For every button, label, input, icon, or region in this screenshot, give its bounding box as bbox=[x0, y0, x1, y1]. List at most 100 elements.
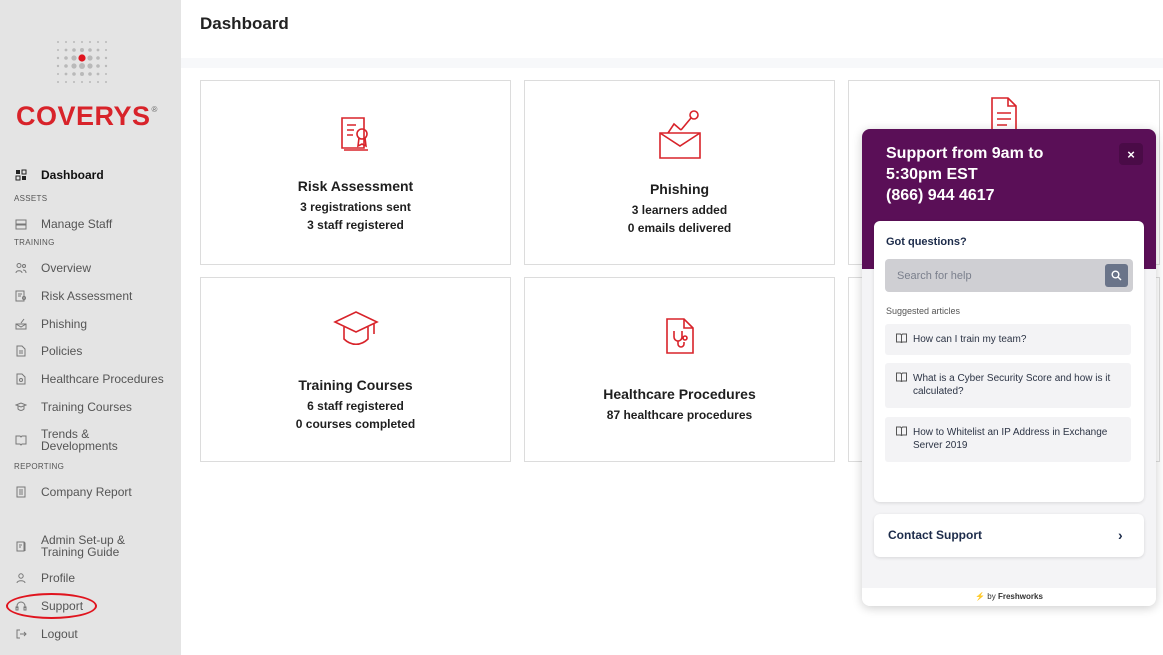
article-link[interactable]: What is a Cyber Security Score and how i… bbox=[885, 363, 1131, 408]
search-input[interactable] bbox=[885, 259, 1105, 292]
logout-icon bbox=[15, 628, 27, 640]
phishing-icon bbox=[15, 318, 27, 330]
section-label-training: TRAINING bbox=[14, 238, 55, 247]
sidebar-item-label: Overview bbox=[41, 261, 92, 275]
book-icon bbox=[896, 372, 907, 382]
contact-support-label: Contact Support bbox=[888, 528, 982, 542]
sidebar-item-overview[interactable]: Overview bbox=[0, 262, 181, 274]
sidebar-item-phishing[interactable]: Phishing bbox=[0, 318, 181, 330]
sidebar-item-dashboard[interactable]: Dashboard bbox=[0, 169, 181, 181]
search-box bbox=[885, 259, 1133, 292]
sidebar-item-label: Company Report bbox=[41, 485, 132, 499]
section-label-assets: ASSETS bbox=[14, 194, 48, 203]
sidebar-item-label: Training Courses bbox=[41, 400, 132, 414]
card-title: Phishing bbox=[649, 181, 710, 197]
support-widget: Support from 9am to 5:30pm EST (866) 944… bbox=[862, 129, 1156, 606]
book-icon bbox=[896, 426, 907, 436]
sidebar-item-label: Dashboard bbox=[41, 168, 104, 182]
widget-title-line-2: 5:30pm EST bbox=[886, 166, 978, 183]
sidebar-item-profile[interactable]: Profile bbox=[0, 572, 181, 584]
help-card: Got questions? Suggested articles How ca… bbox=[874, 221, 1144, 502]
user-icon bbox=[15, 572, 27, 584]
sidebar-item-risk-assessment[interactable]: Risk Assessment bbox=[0, 290, 181, 302]
page-title: Dashboard bbox=[200, 14, 289, 33]
brand-logo: COVERYS® bbox=[16, 101, 157, 132]
suggested-articles-label: Suggested articles bbox=[886, 306, 961, 316]
card-risk-assessment[interactable]: Risk Assessment 3 registrations sent 3 s… bbox=[200, 80, 511, 265]
widget-title-line-3: (866) 944 4617 bbox=[886, 187, 995, 204]
document-icon bbox=[991, 97, 1017, 131]
phishing-icon bbox=[658, 110, 701, 159]
section-label-reporting: REPORTING bbox=[14, 462, 65, 471]
article-title: How to Whitelist an IP Address in Exchan… bbox=[913, 427, 1108, 451]
certificate-icon bbox=[15, 290, 27, 302]
trends-line-2: Developments bbox=[41, 439, 118, 453]
sidebar-item-label: Profile bbox=[41, 571, 76, 585]
card-stat-line: 87 healthcare procedures bbox=[606, 408, 753, 422]
sidebar-item-label: Logout bbox=[41, 627, 78, 641]
sidebar-item-label: Phishing bbox=[41, 317, 88, 331]
widget-title: Support from 9am to 5:30pm EST (866) 944… bbox=[886, 143, 1096, 206]
sidebar: COVERYS® Dashboard ASSETS Manage Staff T… bbox=[0, 0, 181, 655]
card-stat-line: 3 registrations sent bbox=[300, 200, 411, 214]
card-healthcare-procedures[interactable]: Healthcare Procedures 87 healthcare proc… bbox=[524, 277, 835, 462]
card-title: Training Courses bbox=[298, 377, 413, 393]
staff-icon bbox=[15, 218, 27, 230]
footer-by: by bbox=[987, 592, 996, 601]
app-root: COVERYS® Dashboard ASSETS Manage Staff T… bbox=[0, 0, 1163, 655]
article-link[interactable]: How to Whitelist an IP Address in Exchan… bbox=[885, 417, 1131, 462]
sidebar-item-trends-developments[interactable]: Trends & Developments bbox=[0, 427, 181, 453]
graduation-cap-icon bbox=[332, 311, 379, 346]
widget-title-line-1: Support from 9am to bbox=[886, 145, 1044, 162]
article-title: What is a Cyber Security Score and how i… bbox=[913, 373, 1111, 397]
sidebar-item-admin-setup[interactable]: Admin Set-up & Training Guide bbox=[0, 533, 181, 559]
graduation-cap-icon bbox=[15, 401, 27, 413]
guide-icon bbox=[15, 540, 27, 552]
footer-brand: Freshworks bbox=[997, 592, 1043, 601]
card-phishing[interactable]: Phishing 3 learners added 0 emails deliv… bbox=[524, 80, 835, 265]
brand-name: COVERYS bbox=[16, 101, 151, 131]
card-stat-line: 6 staff registered bbox=[307, 399, 404, 413]
card-title: Risk Assessment bbox=[297, 178, 414, 194]
sidebar-item-label: Support bbox=[41, 599, 84, 613]
brand-registered-mark: ® bbox=[151, 105, 158, 114]
questions-heading: Got questions? bbox=[886, 236, 967, 248]
card-stat-line: 3 learners added bbox=[631, 203, 728, 217]
close-button[interactable]: × bbox=[1119, 143, 1143, 165]
users-icon bbox=[15, 262, 27, 274]
headset-icon bbox=[15, 600, 27, 612]
sidebar-item-logout[interactable]: Logout bbox=[0, 628, 181, 640]
search-button[interactable] bbox=[1105, 264, 1128, 287]
chevron-right-icon: › bbox=[1118, 527, 1123, 543]
sidebar-item-label: Manage Staff bbox=[41, 217, 113, 231]
card-stat-line: 3 staff registered bbox=[307, 218, 404, 232]
grid-icon bbox=[15, 169, 27, 181]
sidebar-item-training-courses[interactable]: Training Courses bbox=[0, 401, 181, 413]
card-title: Healthcare Procedures bbox=[603, 386, 756, 402]
report-icon bbox=[15, 486, 27, 498]
card-stat-line: 0 courses completed bbox=[295, 417, 416, 431]
sidebar-item-label: Trends & Developments bbox=[41, 428, 118, 452]
sidebar-item-label: Healthcare Procedures bbox=[41, 372, 164, 386]
card-stat-line: 0 emails delivered bbox=[627, 221, 732, 235]
sidebar-item-support[interactable]: Support bbox=[0, 600, 181, 612]
sidebar-item-label: Risk Assessment bbox=[41, 289, 133, 303]
medical-document-icon bbox=[15, 373, 27, 385]
article-title: How can I train my team? bbox=[913, 334, 1027, 345]
sidebar-item-healthcare-procedures[interactable]: Healthcare Procedures bbox=[0, 373, 181, 385]
sidebar-item-label: Admin Set-up & Training Guide bbox=[41, 534, 125, 558]
bolt-icon: ⚡ bbox=[975, 592, 986, 601]
sidebar-item-label: Policies bbox=[41, 344, 83, 358]
header-divider bbox=[181, 58, 1163, 68]
sidebar-item-manage-staff[interactable]: Manage Staff bbox=[0, 218, 181, 230]
book-icon bbox=[896, 333, 907, 343]
article-link[interactable]: How can I train my team? bbox=[885, 324, 1131, 355]
medical-document-icon bbox=[665, 318, 694, 354]
certificate-icon bbox=[340, 117, 368, 151]
powered-by-footer: ⚡ by Freshworks bbox=[862, 588, 1156, 606]
admin-line-2: Training Guide bbox=[41, 545, 120, 559]
card-training-courses[interactable]: Training Courses 6 staff registered 0 co… bbox=[200, 277, 511, 462]
sidebar-item-company-report[interactable]: Company Report bbox=[0, 486, 181, 498]
contact-support-button[interactable]: Contact Support › bbox=[874, 514, 1144, 557]
sidebar-item-policies[interactable]: Policies bbox=[0, 345, 181, 357]
